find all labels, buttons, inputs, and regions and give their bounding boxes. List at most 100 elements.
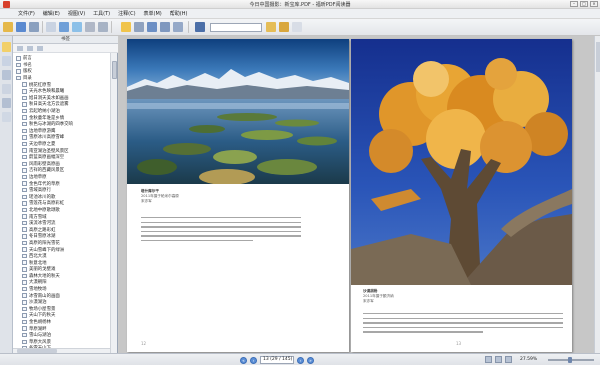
- search-input[interactable]: [210, 23, 262, 32]
- bookmark-item[interactable]: 金色年代的草原: [16, 180, 110, 187]
- attachments-tab-icon[interactable]: [2, 98, 11, 108]
- bookmark-item[interactable]: 高原之路彩虹: [16, 226, 110, 233]
- hand-tool-icon[interactable]: [121, 22, 131, 32]
- fit-page-icon[interactable]: [173, 22, 183, 32]
- bookmark-item[interactable]: 雪莲花与高原彩虹: [16, 200, 110, 207]
- menu-edit[interactable]: 编辑(E): [43, 10, 60, 17]
- bookmark-item[interactable]: 金秋童年谁是乡情: [16, 114, 110, 121]
- bookmark-item[interactable]: 旭日洞天美水如画画: [16, 95, 110, 102]
- zoom-in-icon[interactable]: [147, 22, 157, 32]
- signature-tab-icon[interactable]: [2, 112, 11, 122]
- bookmark-item[interactable]: 天山下的秋天: [16, 312, 110, 319]
- last-page-button[interactable]: »: [307, 356, 314, 364]
- bookmark-item[interactable]: 天边草原之夏: [16, 141, 110, 148]
- bookmark-item[interactable]: 森林大地的秋天: [16, 273, 110, 280]
- zoom-level[interactable]: 27.59%: [520, 357, 537, 362]
- bookmark-item[interactable]: 瑶池冰川的歌: [16, 193, 110, 200]
- zoom-out-icon[interactable]: [160, 22, 170, 32]
- bookmark-item[interactable]: 溪流冰雪河流: [16, 220, 110, 227]
- bookmark-item[interactable]: 西北大漠: [16, 253, 110, 260]
- bookmark-item[interactable]: 冰雪南山的画面: [16, 292, 110, 299]
- bookmark-item[interactable]: 秋色与冰湖的四季交响: [16, 121, 110, 128]
- document-view[interactable]: 塔什库尔干 2011年摄于帕米尔高原 宋亦军 12 沙漠胡杨 2011年摄于额济…: [119, 36, 600, 353]
- menu-tools[interactable]: 工具(T): [93, 10, 110, 17]
- bookmark-item[interactable]: 天光水色映和晨曦: [16, 88, 110, 95]
- zoom-slider[interactable]: [548, 357, 594, 363]
- find-previous-icon[interactable]: [266, 22, 276, 32]
- toolbar-options-icon[interactable]: [292, 22, 302, 32]
- bookmark-item[interactable]: 蔚蓝高原画幅深空: [16, 154, 110, 161]
- comments-tab-icon[interactable]: [2, 84, 11, 94]
- page-view-icon[interactable]: [46, 22, 56, 32]
- maximize-button[interactable]: □: [580, 1, 588, 7]
- menu-form[interactable]: 表单(M): [144, 10, 162, 17]
- bookmark-item[interactable]: 边地草原: [16, 174, 110, 181]
- status-bar: « ‹ 13 (29 / 145) › » 27.59%: [0, 353, 600, 365]
- bookmark-item[interactable]: 雪原冰川高原雪峰: [16, 134, 110, 141]
- print-icon[interactable]: [29, 22, 39, 32]
- menu-help[interactable]: 帮助(H): [170, 10, 188, 17]
- bookmark-item[interactable]: 书名: [16, 62, 110, 69]
- bookmark-icon: [22, 273, 27, 279]
- bookmark-item[interactable]: 吉祥的西藏风景区: [16, 167, 110, 174]
- document-scrollbar[interactable]: [594, 36, 600, 353]
- bookmark-item[interactable]: 雪域高原行: [16, 187, 110, 194]
- previous-page-button[interactable]: ‹: [250, 356, 257, 364]
- menu-view[interactable]: 视图(V): [68, 10, 85, 17]
- close-button[interactable]: ×: [590, 1, 598, 7]
- bookmark-item[interactable]: 云起哈纳小湖泊: [16, 108, 110, 115]
- single-page-icon[interactable]: [485, 356, 492, 363]
- image-icon[interactable]: [72, 22, 82, 32]
- minimize-button[interactable]: –: [570, 1, 578, 7]
- expand-bookmark-icon[interactable]: [17, 46, 23, 51]
- add-bookmark-icon[interactable]: [27, 46, 33, 51]
- bookmark-item[interactable]: 冬日雪原冰湖: [16, 233, 110, 240]
- sidebar-scrollbar[interactable]: [110, 53, 117, 353]
- select-tool-icon[interactable]: [134, 22, 144, 32]
- bookmark-tab-icon[interactable]: [2, 42, 11, 52]
- text-select-icon[interactable]: [85, 22, 95, 32]
- bookmark-item[interactable]: 草原大风景: [16, 339, 110, 346]
- next-page-button[interactable]: ›: [297, 356, 304, 364]
- facing-page-icon[interactable]: [495, 356, 502, 363]
- bookmark-item[interactable]: 金色胡杨林: [16, 319, 110, 326]
- snapshot-icon[interactable]: [98, 22, 108, 32]
- bookmark-item[interactable]: 南方雪域: [16, 213, 110, 220]
- scrollbar-thumb[interactable]: [596, 42, 600, 72]
- bookmark-item[interactable]: 北地中原歌颂歌: [16, 207, 110, 214]
- save-icon[interactable]: [16, 22, 26, 32]
- menu-file[interactable]: 文件(F): [18, 10, 35, 17]
- bookmark-icon: [22, 187, 27, 193]
- bookmark-item[interactable]: 南亚湖泊圣壁风景区: [16, 147, 110, 154]
- bookmark-item[interactable]: 草原湖畔: [16, 325, 110, 332]
- email-icon[interactable]: [59, 22, 69, 32]
- zoom-slider-knob[interactable]: [568, 357, 572, 363]
- open-folder-icon[interactable]: [3, 22, 13, 32]
- first-page-button[interactable]: «: [240, 356, 247, 364]
- bookmark-item[interactable]: 牧场小屋雪景: [16, 306, 110, 313]
- find-icon[interactable]: [195, 22, 205, 32]
- bookmark-item[interactable]: 风雨彩壁高原画: [16, 161, 110, 168]
- bookmark-item[interactable]: 美丽的戈壁滩: [16, 266, 110, 273]
- bookmark-item[interactable]: 雪山与湖泊: [16, 332, 110, 339]
- delete-bookmark-icon[interactable]: [37, 46, 43, 51]
- bookmark-item[interactable]: 雪地牧场: [16, 286, 110, 293]
- scrollbar-thumb[interactable]: [112, 61, 117, 79]
- bookmark-item[interactable]: 秋意北地: [16, 259, 110, 266]
- bookmark-item[interactable]: 版权: [16, 68, 110, 75]
- thumbnail-tab-icon[interactable]: [2, 56, 11, 66]
- layers-tab-icon[interactable]: [2, 70, 11, 80]
- bookmark-item[interactable]: 目录: [16, 75, 110, 82]
- bookmark-item[interactable]: 大漠朝阳: [16, 279, 110, 286]
- continuous-page-icon[interactable]: [505, 356, 512, 363]
- bookmark-item[interactable]: 天山雪峰下的绿洲: [16, 246, 110, 253]
- bookmark-item[interactable]: 桃花红原雪: [16, 81, 110, 88]
- bookmark-item[interactable]: 秋日高天北方云遮雾: [16, 101, 110, 108]
- find-next-icon[interactable]: [279, 22, 289, 32]
- menu-comment[interactable]: 注释(C): [118, 10, 135, 17]
- bookmark-item[interactable]: 沙漠湖泊: [16, 299, 110, 306]
- bookmark-item[interactable]: 高原的阳光雪花: [16, 240, 110, 247]
- page-number-input[interactable]: 13 (29 / 145): [260, 356, 294, 364]
- bookmark-item[interactable]: 前言: [16, 55, 110, 62]
- bookmark-item[interactable]: 边地草原游鹰: [16, 128, 110, 135]
